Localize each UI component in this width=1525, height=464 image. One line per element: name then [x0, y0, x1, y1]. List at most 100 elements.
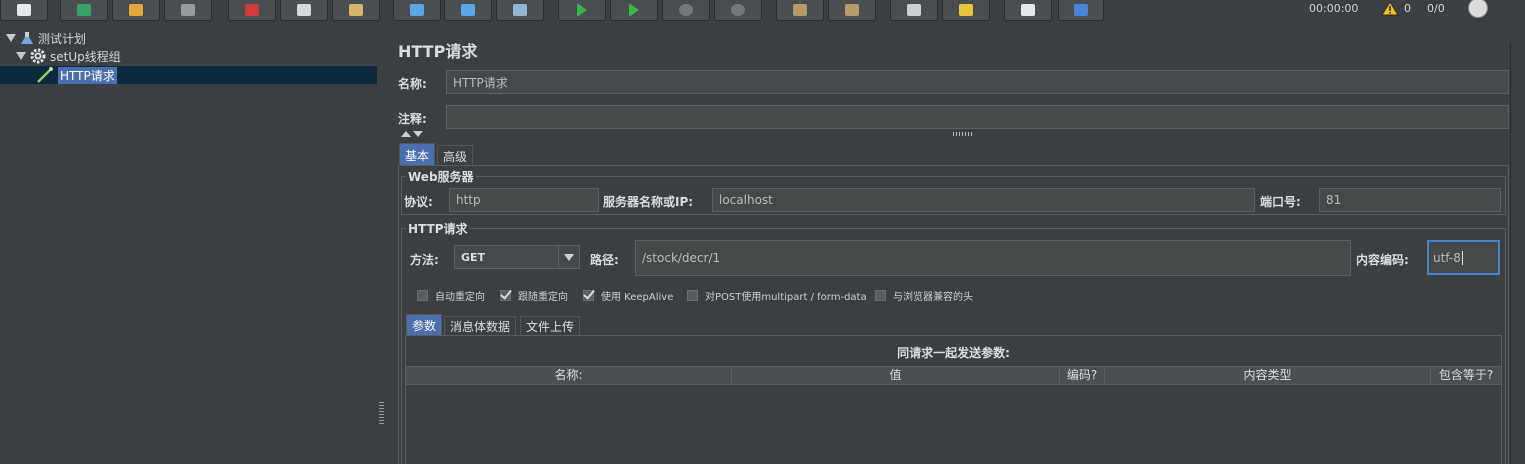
collapse-button[interactable] — [444, 0, 492, 21]
path-field[interactable]: /stock/decr/1 — [635, 240, 1351, 276]
checkbox[interactable] — [417, 290, 428, 301]
column-header-name[interactable]: 名称: — [406, 367, 732, 384]
pipette-icon — [37, 67, 53, 83]
option-keepalive[interactable]: 使用 KeepAlive — [583, 288, 673, 303]
help-icon — [1074, 4, 1088, 16]
function-helper-button[interactable] — [1004, 0, 1052, 21]
option-label: 对POST使用multipart / form-data — [705, 292, 867, 303]
tab-advanced[interactable]: 高级 — [437, 145, 474, 166]
reset-search-button[interactable] — [942, 0, 990, 21]
parameters-table-header: 名称: 值 编码? 内容类型 包含等于? — [406, 366, 1501, 385]
tree-item-setup-thread-group[interactable]: setUp线程组 — [16, 48, 121, 64]
toolbar: 00:00:00 0 0/0 — [0, 0, 1525, 22]
tab-basic[interactable]: 基本 — [399, 143, 436, 166]
splitter-grip-icon[interactable] — [379, 402, 384, 424]
option-follow-redirects[interactable]: 跟随重定向 — [500, 288, 568, 303]
copy-icon — [297, 4, 311, 16]
warning-count: 0 — [1404, 2, 1411, 15]
column-header-content-type[interactable]: 内容类型 — [1105, 367, 1431, 384]
warning-icon[interactable] — [1381, 1, 1399, 16]
port-field[interactable]: 81 — [1319, 188, 1501, 212]
open-button[interactable] — [112, 0, 160, 21]
new-button[interactable] — [0, 0, 48, 21]
tree-item-label: HTTP请求 — [58, 66, 117, 84]
server-name-field[interactable]: localhost — [712, 188, 1255, 212]
resize-grip-icon[interactable] — [953, 132, 973, 136]
checkbox[interactable] — [875, 290, 886, 301]
clear-all-button[interactable] — [828, 0, 876, 21]
column-header-encode[interactable]: 编码? — [1060, 367, 1105, 384]
column-header-value[interactable]: 值 — [732, 367, 1060, 384]
panel-splitter[interactable] — [377, 22, 387, 464]
expand-arrow-icon[interactable] — [6, 34, 16, 42]
content-encoding-value: utf-8 — [1433, 250, 1461, 265]
tab-parameters[interactable]: 参数 — [406, 314, 443, 336]
comment-field[interactable] — [446, 105, 1509, 129]
path-label: 路径: — [590, 253, 619, 267]
chevron-down-icon[interactable] — [558, 246, 579, 268]
test-plan-tree: 测试计划 setUp线程组 HTTP请求 — [0, 22, 378, 464]
gear-icon — [30, 48, 46, 64]
tree-item-test-plan[interactable]: 测试计划 — [6, 30, 86, 46]
clear-button[interactable] — [776, 0, 824, 21]
help-button[interactable] — [1058, 0, 1104, 21]
paste-button[interactable] — [332, 0, 380, 21]
templates-icon — [77, 4, 91, 16]
method-select[interactable]: GET — [454, 245, 580, 269]
checkbox-checked[interactable] — [500, 290, 511, 301]
stop-button[interactable] — [662, 0, 710, 21]
status-area: 00:00:00 0 0/0 — [1305, 0, 1525, 20]
shutdown-icon — [731, 4, 745, 16]
copy-button[interactable] — [280, 0, 328, 21]
option-multipart[interactable]: 对POST使用multipart / form-data — [687, 288, 867, 303]
open-icon — [129, 4, 143, 16]
toggle-button[interactable] — [496, 0, 544, 21]
parameters-panel: 同请求一起发送参数: 名称: 值 编码? 内容类型 包含等于? — [405, 335, 1502, 464]
tab-body-data[interactable]: 消息体数据 — [444, 316, 517, 336]
name-field[interactable]: HTTP请求 — [446, 70, 1509, 94]
server-name-label: 服务器名称或IP: — [603, 195, 694, 209]
expand-arrow-icon[interactable] — [16, 52, 26, 60]
column-header-include-equals[interactable]: 包含等于? — [1431, 367, 1501, 384]
expand-button[interactable] — [393, 0, 441, 21]
web-server-group-title: Web服务器 — [406, 168, 476, 185]
collapse-toggle-icon[interactable] — [401, 130, 425, 138]
http-request-editor: HTTP请求 名称: HTTP请求 注释: 基本 高级 Web服务器 协议: h… — [387, 22, 1525, 464]
save-button[interactable] — [164, 0, 212, 21]
save-icon — [181, 4, 195, 16]
method-label: 方法: — [410, 253, 439, 267]
checkbox-checked[interactable] — [583, 290, 594, 301]
parameters-caption: 同请求一起发送参数: — [897, 346, 1010, 360]
tree-item-label: setUp线程组 — [50, 49, 121, 64]
tab-file-upload[interactable]: 文件上传 — [520, 316, 581, 336]
collapse-icon — [461, 4, 475, 16]
http-request-group-title: HTTP请求 — [406, 220, 470, 237]
paste-icon — [349, 4, 363, 16]
content-encoding-field[interactable]: utf-8 — [1427, 240, 1500, 275]
protocol-label: 协议: — [404, 195, 433, 209]
option-label: 使用 KeepAlive — [601, 292, 674, 303]
comment-label: 注释: — [398, 112, 427, 126]
vertical-scrollbar[interactable] — [1510, 42, 1525, 464]
cut-button[interactable] — [228, 0, 276, 21]
tree-item-label: 测试计划 — [38, 31, 87, 46]
elapsed-timer: 00:00:00 — [1309, 2, 1359, 15]
option-label: 自动重定向 — [435, 292, 485, 303]
shutdown-button[interactable] — [714, 0, 762, 21]
toggle-icon — [513, 4, 527, 16]
option-browser-compatible-headers[interactable]: 与浏览器兼容的头 — [875, 288, 973, 303]
start-no-pause-button[interactable] — [610, 0, 658, 21]
checkbox[interactable] — [687, 290, 698, 301]
protocol-field[interactable]: http — [449, 188, 599, 212]
page-title: HTTP请求 — [398, 42, 478, 61]
remote-engine-icon[interactable] — [1468, 0, 1488, 18]
search-button[interactable] — [890, 0, 938, 21]
tree-item-http-request[interactable]: HTTP请求 — [36, 66, 117, 84]
new-icon — [17, 4, 31, 16]
option-auto-redirect[interactable]: 自动重定向 — [417, 288, 485, 303]
start-button[interactable] — [558, 0, 606, 21]
name-label: 名称: — [398, 77, 427, 91]
templates-button[interactable] — [60, 0, 108, 21]
start-icon — [577, 3, 587, 17]
reset-search-icon — [959, 4, 973, 16]
